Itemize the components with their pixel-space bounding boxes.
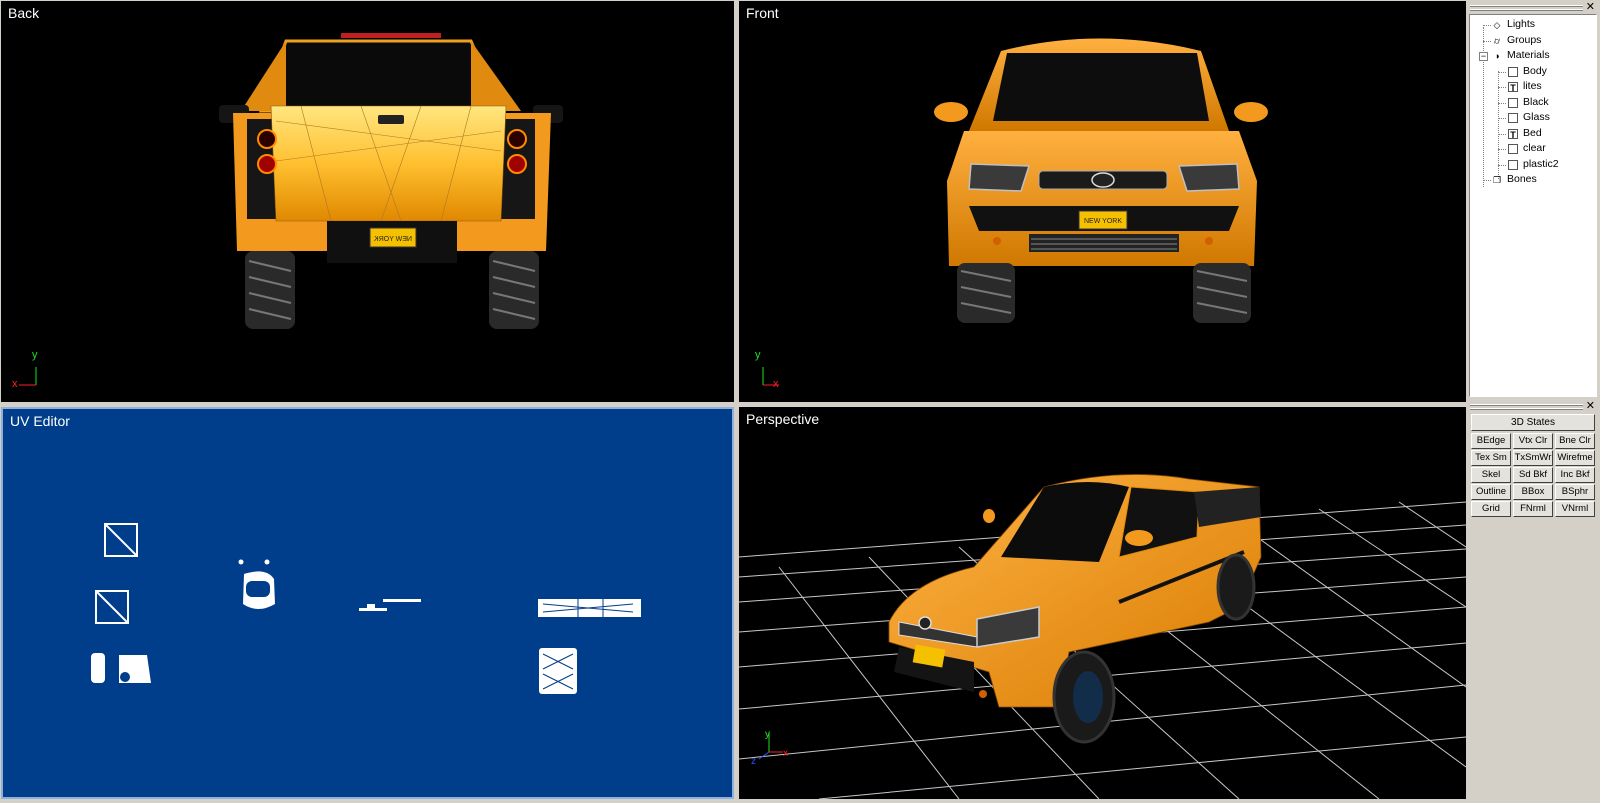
tree-item-label: clear — [1523, 142, 1546, 154]
vtx-clr-button[interactable]: Vtx Clr — [1513, 433, 1553, 449]
tree-item-label: Bones — [1507, 173, 1537, 185]
outline-button[interactable]: Outline — [1471, 484, 1511, 500]
tree-item-material-glass[interactable]: Glass — [1470, 110, 1596, 126]
tree-item-material-clear[interactable]: clear — [1470, 141, 1596, 157]
texture-box-icon: T — [1508, 128, 1518, 140]
axis-x-label: x — [783, 748, 788, 759]
txsmwr-button[interactable]: TxSmWr — [1513, 450, 1553, 466]
bones-icon: ❐ — [1492, 175, 1502, 185]
material-box-icon — [1508, 97, 1518, 108]
bsphr-button[interactable]: BSphr — [1555, 484, 1595, 500]
tree-item-label: Groups — [1507, 33, 1542, 46]
tree-item-label: Black — [1523, 95, 1549, 108]
tree-item-material-bed[interactable]: T Bed — [1470, 126, 1596, 142]
wireframe-button[interactable]: Wirefme — [1555, 450, 1595, 466]
viewport-back[interactable]: Back NEW YORK y x — [1, 1, 734, 402]
grid-button[interactable]: Grid — [1471, 501, 1511, 517]
viewport-perspective[interactable]: Perspective y x z — [739, 407, 1466, 799]
sd-bkf-button[interactable]: Sd Bkf — [1513, 467, 1553, 483]
uv-islands — [91, 523, 641, 694]
tree-item-label: Materials — [1507, 49, 1550, 61]
tree-item-label: Bed — [1523, 126, 1542, 139]
diamond-icon: ◇ — [1493, 20, 1501, 30]
material-box-icon — [1508, 144, 1518, 154]
axis-y-label: y — [765, 729, 770, 740]
tree-item-bones[interactable]: ❐ Bones — [1470, 172, 1596, 188]
tree-item-material-black[interactable]: Black — [1470, 95, 1596, 111]
states-panel-header: ✕ — [1468, 400, 1599, 413]
bedge-button[interactable]: BEdge — [1471, 433, 1511, 449]
tree-item-label: Glass — [1523, 111, 1550, 123]
tree-item-material-lites[interactable]: T lites — [1470, 79, 1596, 95]
axis-x-label: x — [773, 378, 779, 390]
material-box-icon — [1508, 113, 1518, 123]
3d-states-button[interactable]: 3D States — [1471, 414, 1595, 431]
bbox-button[interactable]: BBox — [1513, 484, 1553, 500]
texture-box-icon: T — [1508, 82, 1518, 93]
bne-clr-button[interactable]: Bne Clr — [1555, 433, 1595, 449]
render-states-panel: 3D States BEdge Vtx Clr Bne Clr Tex Sm T… — [1469, 414, 1597, 517]
tree-item-lights[interactable]: ◇ Lights — [1470, 17, 1596, 33]
perspective-render — [739, 474, 1466, 799]
fnrml-button[interactable]: FNrml — [1513, 501, 1553, 517]
back-view-render: NEW YORK — [19, 33, 563, 386]
tree-item-materials[interactable]: − ◑ Materials — [1470, 48, 1596, 64]
front-view-render: NEW YORK — [762, 38, 1268, 386]
axis-y-label: y — [32, 349, 38, 361]
app-window: Back NEW YORK y x Front NEW YORK y x UV … — [0, 0, 1600, 803]
sphere-icon: ◑ — [1494, 51, 1500, 61]
viewport-front[interactable]: Front NEW YORK y x — [739, 1, 1466, 402]
close-icon[interactable]: ✕ — [1586, 399, 1595, 412]
viewport-label: Front — [746, 5, 779, 21]
cylinder-icon: ⌭ — [1493, 35, 1501, 46]
skel-button[interactable]: Skel — [1471, 467, 1511, 483]
tree-item-label: lites — [1523, 80, 1542, 92]
tree-item-label: Body — [1523, 64, 1547, 77]
tree-item-label: plastic2 — [1523, 157, 1559, 170]
viewport-uv-editor[interactable]: UV Editor — [1, 407, 734, 799]
back-plate-text: NEW YORK — [374, 236, 412, 243]
close-icon[interactable]: ✕ — [1586, 0, 1595, 13]
tree-item-label: Lights — [1507, 18, 1536, 30]
axis-x-label: x — [12, 378, 18, 390]
material-box-icon — [1508, 66, 1518, 77]
material-box-icon — [1508, 159, 1518, 170]
collapse-icon[interactable]: − — [1479, 52, 1488, 61]
tree-item-groups[interactable]: ⌭ Groups — [1470, 33, 1596, 49]
axis-y-label: y — [755, 349, 761, 361]
front-plate-text: NEW YORK — [1084, 218, 1122, 225]
scene-tree[interactable]: ◇ Lights ⌭ Groups − ◑ Materials Body T l… — [1469, 14, 1597, 397]
inc-bkf-button[interactable]: Inc Bkf — [1555, 467, 1595, 483]
tex-sm-button[interactable]: Tex Sm — [1471, 450, 1511, 466]
tree-item-material-body[interactable]: Body — [1470, 64, 1596, 80]
viewport-label: Perspective — [746, 411, 820, 427]
viewport-label: UV Editor — [10, 413, 70, 429]
vnrml-button[interactable]: VNrml — [1555, 501, 1595, 517]
tree-item-material-plastic2[interactable]: plastic2 — [1470, 157, 1596, 173]
viewport-label: Back — [8, 5, 40, 21]
tree-panel-header: ✕ — [1468, 1, 1599, 14]
axis-z-label: z — [751, 756, 756, 767]
